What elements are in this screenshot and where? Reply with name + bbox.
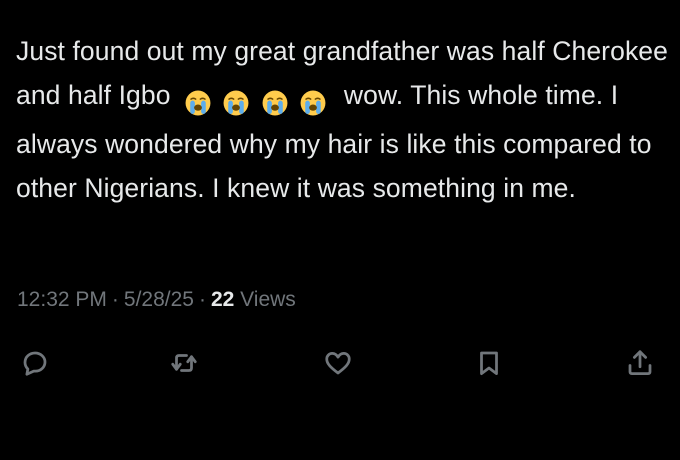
tweet-date[interactable]: 5/28/25 <box>124 288 194 311</box>
action-bar <box>0 345 680 381</box>
reply-button[interactable] <box>17 345 53 381</box>
loudly-crying-face-icon <box>262 90 288 115</box>
tweet-text: Just found out my great grandfather was … <box>16 30 672 210</box>
views-count[interactable]: 22 <box>211 288 234 311</box>
like-button[interactable] <box>320 345 356 381</box>
meta-separator: · <box>111 288 119 311</box>
like-icon <box>325 352 351 375</box>
share-button[interactable] <box>622 345 658 381</box>
tweet-meta: 12:32 PM · 5/28/25 · 22 Views <box>17 288 296 312</box>
tweet-time[interactable]: 12:32 PM <box>17 288 107 311</box>
meta-separator: · <box>198 288 206 311</box>
retweet-icon <box>171 354 197 372</box>
loudly-crying-face-icon <box>224 90 249 115</box>
emoji-group <box>184 80 330 124</box>
views-label[interactable]: Views <box>240 288 296 311</box>
bookmark-button[interactable] <box>471 345 507 381</box>
retweet-button[interactable] <box>166 345 202 381</box>
share-icon <box>628 350 652 375</box>
loudly-crying-face-icon <box>300 90 326 115</box>
bookmark-icon <box>480 351 498 375</box>
reply-icon <box>23 351 47 376</box>
loudly-crying-face-icon <box>185 90 211 115</box>
